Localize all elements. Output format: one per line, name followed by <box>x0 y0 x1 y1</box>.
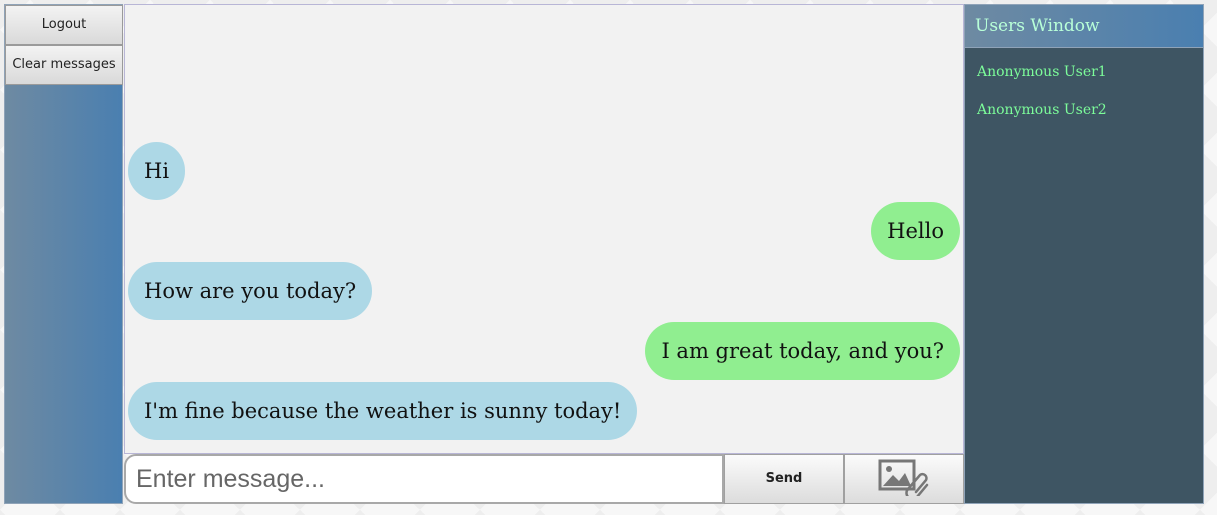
message-outgoing: Hello <box>871 202 960 260</box>
chat-app: Logout Clear messages Hi Hello How are y… <box>4 4 1204 504</box>
user-list-item[interactable]: Anonymous User2 <box>965 90 1203 128</box>
user-list-item[interactable]: Anonymous User1 <box>965 52 1203 90</box>
clear-messages-button[interactable]: Clear messages <box>5 45 123 85</box>
message-incoming: How are you today? <box>128 262 373 320</box>
image-attachment-icon <box>878 458 930 501</box>
logout-button[interactable]: Logout <box>5 5 123 45</box>
message-incoming: I'm fine because the weather is sunny to… <box>128 382 638 440</box>
message-incoming: Hi <box>128 142 186 200</box>
message-input-bar: Send <box>124 454 964 504</box>
chat-area[interactable]: Hi Hello How are you today? I am great t… <box>124 4 964 454</box>
users-window-title: Users Window <box>965 5 1203 48</box>
message-outgoing: I am great today, and you? <box>645 322 960 380</box>
user-list: Anonymous User1 Anonymous User2 <box>965 48 1203 128</box>
users-window: Users Window Anonymous User1 Anonymous U… <box>964 4 1204 504</box>
left-sidebar: Logout Clear messages <box>4 4 123 504</box>
message-input[interactable] <box>124 454 724 504</box>
send-button[interactable]: Send <box>724 454 844 504</box>
attach-image-button[interactable] <box>844 454 964 504</box>
